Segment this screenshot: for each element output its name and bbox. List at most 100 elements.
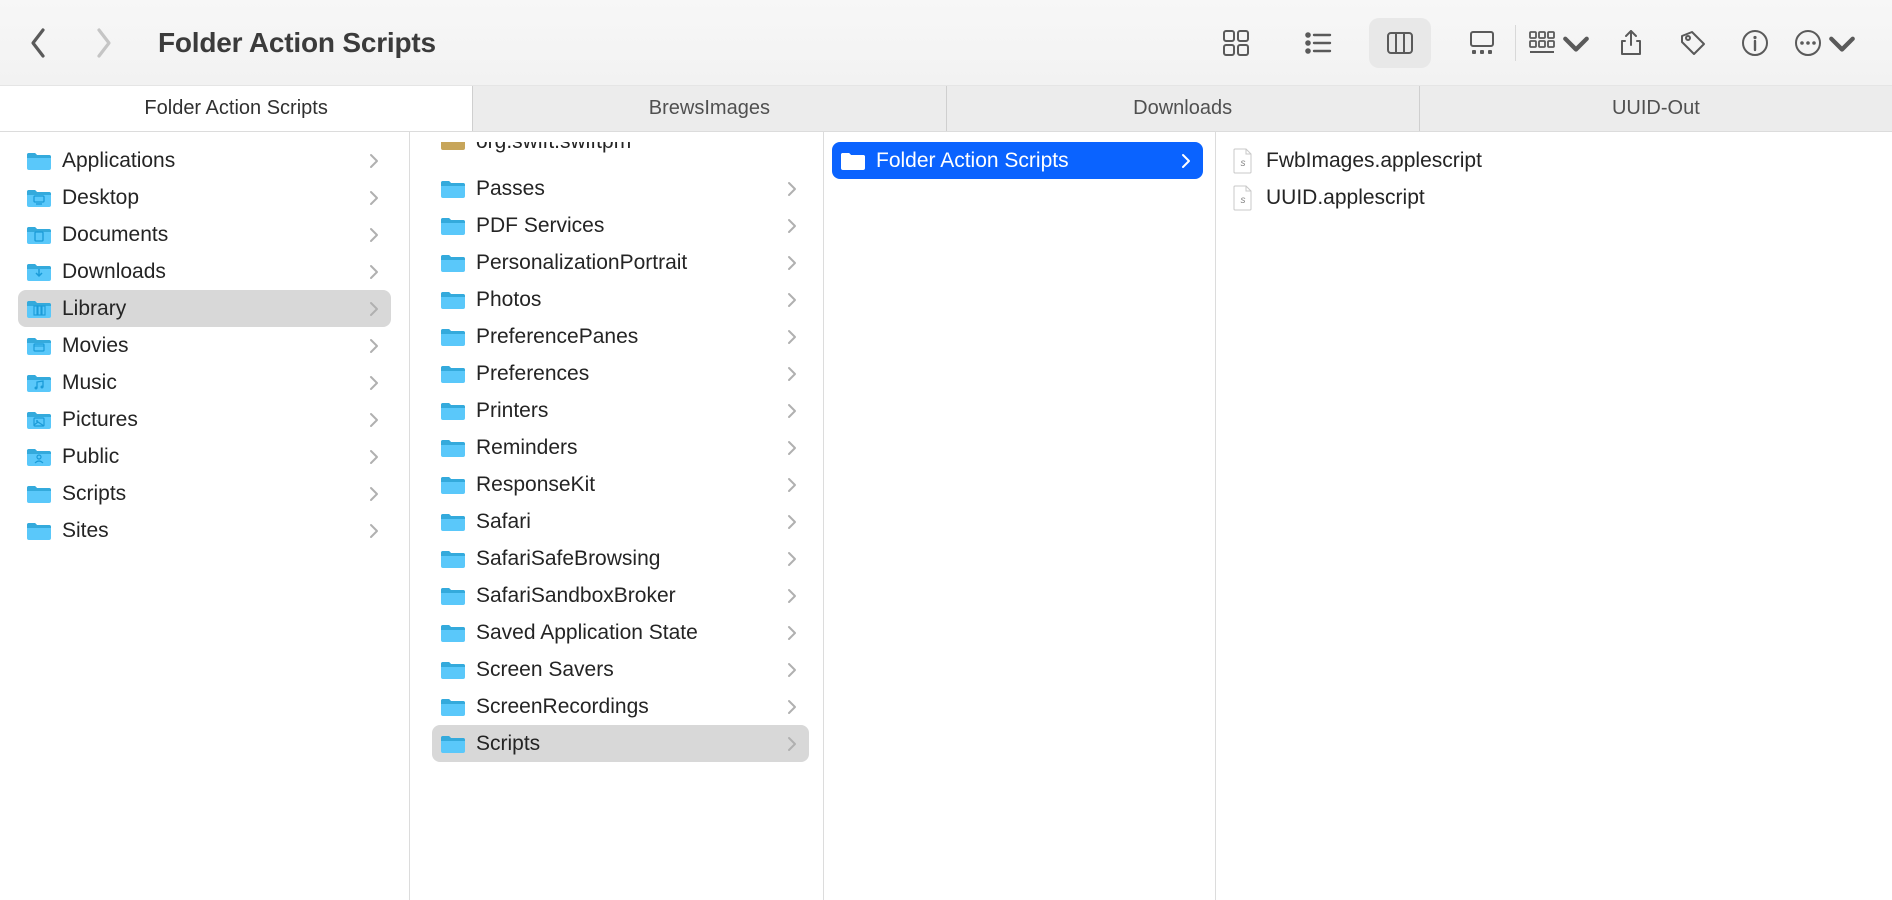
list-item[interactable]: ScreenRecordings bbox=[432, 688, 809, 725]
folder-icon bbox=[26, 298, 52, 320]
item-label: Pictures bbox=[62, 408, 369, 432]
list-item[interactable]: Desktop bbox=[18, 179, 391, 216]
list-item[interactable]: Scripts bbox=[18, 475, 391, 512]
svg-text:s: s bbox=[1241, 195, 1246, 206]
list-item[interactable]: Folder Action Scripts bbox=[832, 142, 1203, 179]
tab-label: UUID-Out bbox=[1612, 97, 1700, 120]
list-item[interactable]: Preferences bbox=[432, 355, 809, 392]
tab-brewsimages[interactable]: BrewsImages bbox=[473, 86, 946, 131]
view-gallery-button[interactable] bbox=[1451, 18, 1513, 68]
chevron-right-icon bbox=[787, 588, 797, 604]
chevron-down-icon bbox=[1561, 28, 1591, 58]
list-item[interactable]: Public bbox=[18, 438, 391, 475]
nav-arrows bbox=[28, 26, 114, 60]
list-item[interactable]: Movies bbox=[18, 327, 391, 364]
item-label: Passes bbox=[476, 177, 787, 201]
item-label: Preferences bbox=[476, 362, 787, 386]
folder-icon bbox=[440, 696, 466, 718]
item-label: Safari bbox=[476, 510, 787, 534]
list-item[interactable]: Pictures bbox=[18, 401, 391, 438]
item-label: Screen Savers bbox=[476, 658, 787, 682]
list-item[interactable]: Printers bbox=[432, 392, 809, 429]
item-label: Scripts bbox=[476, 732, 787, 756]
chevron-right-icon bbox=[1181, 153, 1191, 169]
item-label: Music bbox=[62, 371, 369, 395]
chevron-right-icon bbox=[787, 736, 797, 752]
chevron-right-icon bbox=[369, 375, 379, 391]
list-item[interactable]: Downloads bbox=[18, 253, 391, 290]
list-item[interactable]: Reminders bbox=[432, 429, 809, 466]
list-item[interactable]: Photos bbox=[432, 281, 809, 318]
item-label: PersonalizationPortrait bbox=[476, 251, 787, 275]
chevron-right-icon bbox=[787, 551, 797, 567]
item-label: UUID.applescript bbox=[1266, 186, 1862, 210]
back-button[interactable] bbox=[28, 26, 50, 60]
folder-icon bbox=[440, 215, 466, 237]
list-item[interactable]: Sites bbox=[18, 512, 391, 549]
item-label: ResponseKit bbox=[476, 473, 787, 497]
folder-icon bbox=[840, 150, 866, 172]
list-item[interactable]: Screen Savers bbox=[432, 651, 809, 688]
view-icons-button[interactable] bbox=[1205, 18, 1267, 68]
chevron-right-icon bbox=[787, 477, 797, 493]
folder-icon bbox=[26, 224, 52, 246]
group-by-button[interactable] bbox=[1518, 18, 1600, 68]
tags-button[interactable] bbox=[1662, 18, 1724, 68]
folder-icon bbox=[440, 142, 466, 152]
list-item[interactable]: Documents bbox=[18, 216, 391, 253]
tab-folder-action-scripts[interactable]: Folder Action Scripts bbox=[0, 86, 473, 131]
list-item[interactable]: SafariSafeBrowsing bbox=[432, 540, 809, 577]
list-item[interactable]: Saved Application State bbox=[432, 614, 809, 651]
list-item[interactable]: s UUID.applescript bbox=[1224, 179, 1874, 216]
chevron-right-icon bbox=[369, 153, 379, 169]
toolbar-separator bbox=[1515, 25, 1516, 61]
list-item[interactable]: Music bbox=[18, 364, 391, 401]
column-1: Applications Desktop Documents Downloads bbox=[0, 132, 410, 900]
info-button[interactable] bbox=[1724, 18, 1786, 68]
list-item[interactable]: ResponseKit bbox=[432, 466, 809, 503]
list-item[interactable]: PreferencePanes bbox=[432, 318, 809, 355]
chevron-right-icon bbox=[787, 366, 797, 382]
item-label: SafariSafeBrowsing bbox=[476, 547, 787, 571]
chevron-right-icon bbox=[787, 699, 797, 715]
share-button[interactable] bbox=[1600, 18, 1662, 68]
list-item[interactable]: Scripts bbox=[432, 725, 809, 762]
list-item[interactable]: Passes bbox=[432, 170, 809, 207]
chevron-right-icon bbox=[369, 190, 379, 206]
chevron-right-icon bbox=[787, 662, 797, 678]
chevron-right-icon bbox=[369, 338, 379, 354]
item-label: PreferencePanes bbox=[476, 325, 787, 349]
folder-icon bbox=[26, 446, 52, 468]
list-item[interactable]: s FwbImages.applescript bbox=[1224, 142, 1874, 179]
chevron-right-icon bbox=[369, 264, 379, 280]
chevron-right-icon bbox=[787, 255, 797, 271]
item-label: Public bbox=[62, 445, 369, 469]
tab-label: Folder Action Scripts bbox=[144, 97, 327, 120]
list-item[interactable]: SafariSandboxBroker bbox=[432, 577, 809, 614]
folder-icon bbox=[26, 483, 52, 505]
folder-icon bbox=[440, 659, 466, 681]
view-columns-button[interactable] bbox=[1369, 18, 1431, 68]
forward-button[interactable] bbox=[92, 26, 114, 60]
more-button[interactable] bbox=[1786, 18, 1864, 68]
chevron-right-icon bbox=[369, 486, 379, 502]
list-item[interactable]: Applications bbox=[18, 142, 391, 179]
folder-icon bbox=[26, 335, 52, 357]
item-label: SafariSandboxBroker bbox=[476, 584, 787, 608]
tab-uuid-out[interactable]: UUID-Out bbox=[1420, 86, 1892, 131]
folder-icon bbox=[26, 372, 52, 394]
tab-downloads[interactable]: Downloads bbox=[947, 86, 1420, 131]
list-item[interactable]: Library bbox=[18, 290, 391, 327]
chevron-right-icon bbox=[787, 625, 797, 641]
list-item[interactable]: PersonalizationPortrait bbox=[432, 244, 809, 281]
list-item[interactable]: org.swift.swiftpm bbox=[432, 142, 801, 164]
chevron-right-icon bbox=[369, 523, 379, 539]
item-label: Reminders bbox=[476, 436, 787, 460]
list-item[interactable]: Safari bbox=[432, 503, 809, 540]
item-label: org.swift.swiftpm bbox=[476, 142, 789, 154]
chevron-right-icon bbox=[369, 412, 379, 428]
svg-text:s: s bbox=[1241, 158, 1246, 169]
list-item[interactable]: PDF Services bbox=[432, 207, 809, 244]
folder-icon bbox=[440, 622, 466, 644]
view-list-button[interactable] bbox=[1287, 18, 1349, 68]
